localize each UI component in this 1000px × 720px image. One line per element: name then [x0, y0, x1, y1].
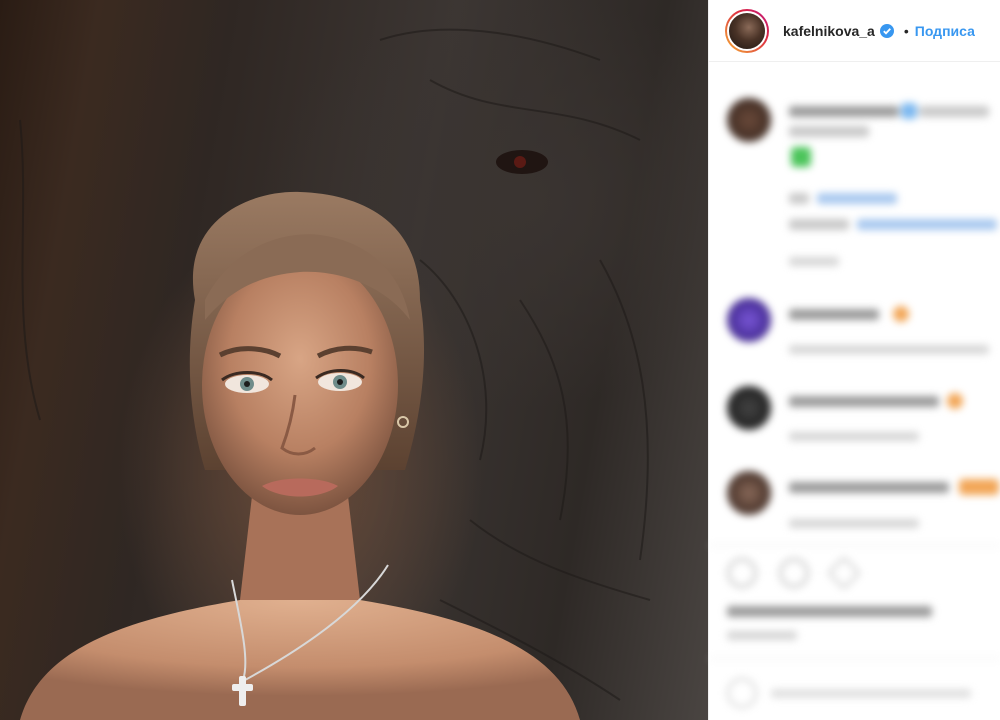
instagram-post-view: kafelnikova_a • Подписа [0, 0, 1000, 720]
comment-input[interactable] [771, 689, 971, 698]
divider [709, 545, 1000, 546]
comment-text [789, 482, 949, 493]
caption-line [789, 193, 809, 204]
post-header: kafelnikova_a • Подписа [709, 0, 1000, 62]
timestamp [789, 257, 839, 266]
emoji-icon[interactable] [727, 678, 757, 708]
emoji [901, 103, 917, 119]
post-date [727, 631, 797, 640]
mention-link[interactable] [857, 219, 997, 230]
avatar[interactable] [727, 98, 771, 142]
avatar-photo [727, 10, 767, 51]
comment-text [789, 309, 879, 320]
avatar[interactable] [725, 8, 769, 53]
likes-count[interactable] [727, 606, 932, 617]
caption-line [789, 126, 869, 137]
comment-meta [789, 432, 919, 441]
comment-icon[interactable] [779, 558, 809, 588]
avatar[interactable] [727, 298, 771, 342]
shoulders [20, 600, 580, 720]
caption-line [789, 219, 849, 230]
share-icon[interactable] [827, 556, 861, 590]
comment-meta [789, 519, 919, 528]
post-side-panel: kafelnikova_a • Подписа [708, 0, 1000, 720]
caption-line [919, 106, 989, 117]
emoji [959, 479, 999, 495]
avatar[interactable] [727, 386, 771, 430]
comment-meta [789, 345, 989, 354]
emoji [947, 393, 963, 409]
divider [709, 658, 1000, 659]
follow-button[interactable]: Подписа [915, 23, 975, 39]
comment-text [789, 396, 939, 407]
comments-section-blurred [709, 63, 1000, 720]
photo-illustration [19, 28, 651, 720]
emoji [893, 306, 909, 322]
emoji [791, 147, 811, 167]
username-link[interactable]: kafelnikova_a [783, 23, 875, 39]
heart-icon[interactable] [727, 558, 757, 588]
post-photo[interactable] [0, 0, 708, 720]
separator-dot: • [903, 22, 909, 39]
verified-badge-icon [879, 23, 894, 38]
caption-line [789, 106, 899, 117]
avatar[interactable] [727, 471, 771, 515]
mention-link[interactable] [817, 193, 897, 204]
